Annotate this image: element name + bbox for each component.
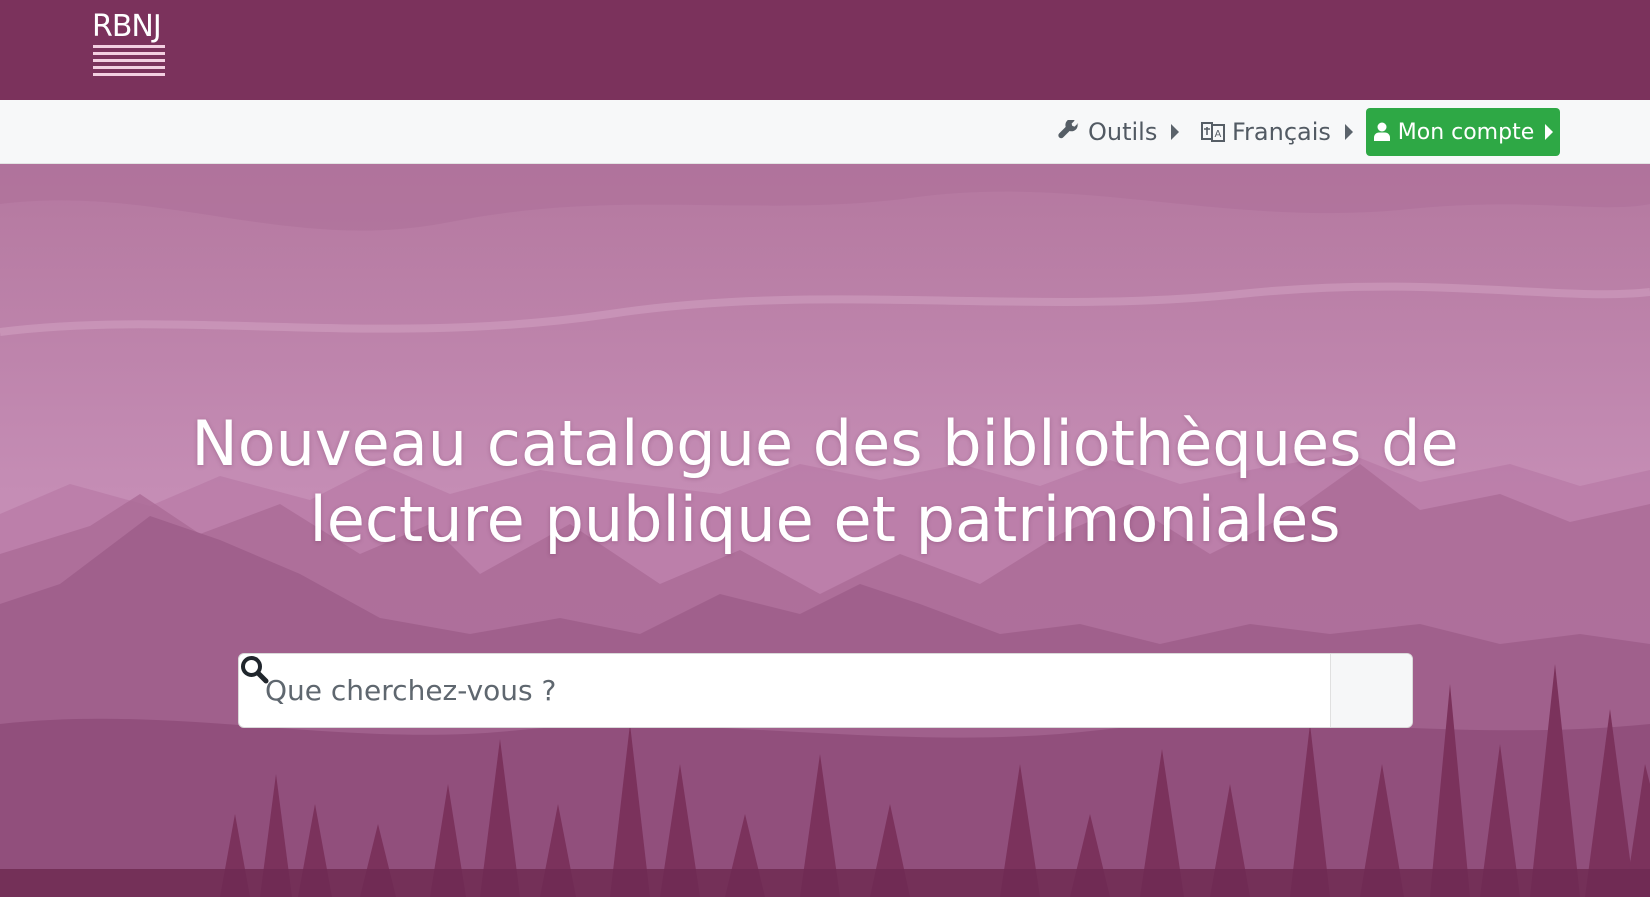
language-menu[interactable]: A Français: [1200, 114, 1353, 150]
hero-headline: Nouveau catalogue des bibliothèques de l…: [180, 406, 1470, 558]
caret-right-icon: [1545, 124, 1554, 140]
logo-stripes: [93, 45, 165, 80]
my-account-button[interactable]: Mon compte: [1366, 108, 1560, 156]
tools-label: Outils: [1088, 118, 1158, 146]
search-input[interactable]: [239, 654, 1330, 727]
search-button[interactable]: [241, 654, 1412, 727]
wrench-icon: [1058, 120, 1079, 139]
caret-right-icon: [1344, 124, 1353, 140]
tools-menu[interactable]: Outils: [1058, 114, 1180, 150]
top-header: RBNJ: [0, 0, 1650, 100]
headline-line-2: lecture publique et patrimoniales: [309, 483, 1341, 556]
svg-text:A: A: [1215, 129, 1222, 140]
headline-line-1: Nouveau catalogue des bibliothèques de: [191, 407, 1459, 480]
caret-right-icon: [1171, 124, 1180, 140]
language-icon: A: [1201, 122, 1225, 142]
rbnj-logo[interactable]: RBNJ: [92, 12, 166, 86]
account-label: Mon compte: [1397, 119, 1535, 145]
logo-text: RBNJ: [92, 9, 162, 44]
search-icon: [241, 656, 269, 684]
language-label: Français: [1232, 118, 1331, 146]
hero-banner: Nouveau catalogue des bibliothèques de l…: [0, 164, 1650, 897]
catalog-search-form: [238, 653, 1413, 728]
user-icon: [1373, 122, 1390, 141]
